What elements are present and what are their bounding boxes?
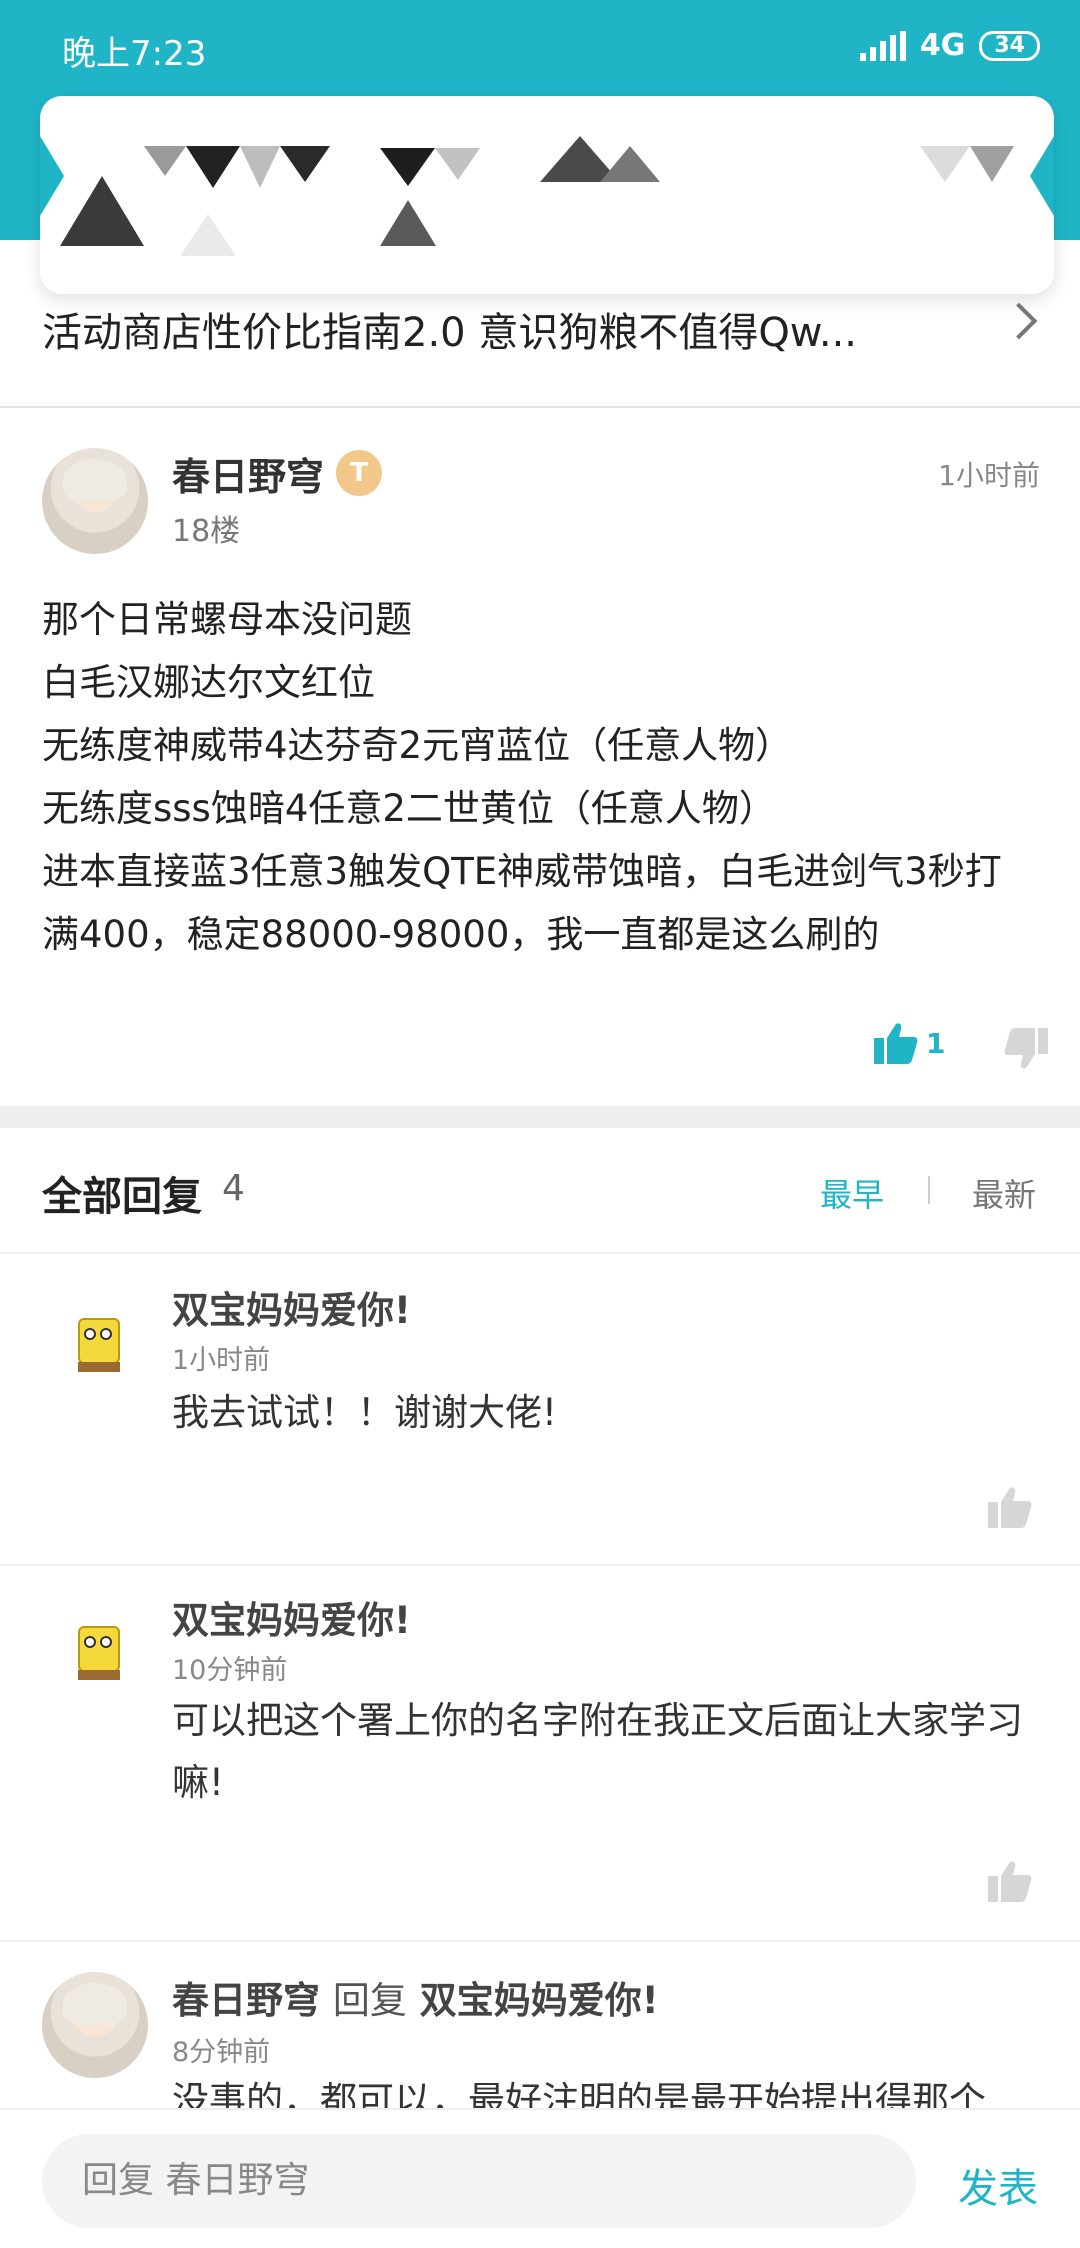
- post-floor: 18楼: [172, 514, 241, 549]
- redacted-pattern: [40, 136, 1054, 256]
- reply-text: 可以把这个署上你的名字附在我正文后面让大家学习嘛!: [172, 1699, 1023, 1804]
- spongebob-avatar-icon: [62, 1616, 134, 1688]
- post-line: 满400，稳定88000-98000，我一直都是这么刷的: [42, 913, 880, 956]
- thumbs-down-icon: [1004, 1028, 1048, 1069]
- reply-item: 春日野穹 回复 双宝妈妈爱你! 8分钟前 没事的，都可以，最好注明的是最开始提出…: [0, 1942, 1080, 2108]
- reply-input[interactable]: 回复 春日野穹: [42, 2134, 916, 2228]
- post-line: 进本直接蓝3任意3触发QTE神威带蚀暗，白毛进剑气3秒打: [42, 850, 1002, 893]
- chevron-right-icon: [1000, 302, 1038, 340]
- reply-author-name[interactable]: 春日野穹: [172, 1979, 320, 2022]
- send-button[interactable]: 发表: [958, 2156, 1038, 2214]
- post-line: 无练度神威带4达芬奇2元宵蓝位（任意人物）: [42, 724, 793, 767]
- post-time: 1小时前: [938, 459, 1040, 492]
- replies-count: 4: [222, 1168, 245, 1209]
- post-line: 那个日常螺母本没问题: [42, 598, 412, 641]
- network-type: 4G: [919, 28, 966, 63]
- replies-title: 全部回复: [42, 1174, 202, 1220]
- post-author-name[interactable]: 春日野穹: [172, 446, 324, 501]
- like-button[interactable]: [988, 1860, 1032, 1906]
- reply-to-name[interactable]: 双宝妈妈爱你!: [420, 1979, 659, 2022]
- reply-text: 没事的，都可以，最好注明的是最开始提出得那个: [172, 2079, 986, 2108]
- post-line: 白毛汉娜达尔文红位: [42, 661, 375, 704]
- post-title: 活动商店性价比指南2.0 意识狗粮不值得Qw...: [42, 310, 857, 356]
- battery-icon: 34: [979, 30, 1040, 61]
- thumbs-up-icon: [874, 1023, 918, 1064]
- reply-time: 1小时前: [172, 1345, 271, 1376]
- avatar[interactable]: [42, 1972, 148, 2078]
- section-divider: [0, 1106, 1080, 1128]
- avatar[interactable]: [42, 448, 148, 554]
- sort-earliest-button[interactable]: 最早: [820, 1170, 884, 1216]
- spongebob-avatar-icon: [62, 1308, 134, 1380]
- post-line: 无练度sss蚀暗4任意2二世黄位（任意人物）: [42, 787, 776, 830]
- status-time: 晚上7:23: [62, 34, 207, 74]
- reply-time: 10分钟前: [172, 1655, 288, 1686]
- reply-item: 双宝妈妈爱你! 1小时前 我去试试！！谢谢大佬!: [0, 1254, 1080, 1566]
- avatar[interactable]: [62, 1308, 134, 1380]
- signal-icon: [859, 30, 906, 61]
- level-badge-icon: T: [336, 450, 382, 496]
- status-indicators: 4G 34: [859, 28, 1040, 63]
- reply-time: 8分钟前: [172, 2037, 271, 2068]
- reply-text: 我去试试！！谢谢大佬!: [172, 1391, 557, 1434]
- redacted-banner: [40, 96, 1054, 294]
- sort-divider: [928, 1176, 930, 1204]
- reply-author-name[interactable]: 双宝妈妈爱你!: [172, 1280, 411, 1334]
- post-title-link[interactable]: 活动商店性价比指南2.0 意识狗粮不值得Qw...: [0, 290, 1080, 408]
- avatar[interactable]: [62, 1616, 134, 1688]
- replies-header: 全部回复 4 最早 最新: [0, 1128, 1080, 1254]
- like-count: 1: [926, 1026, 946, 1060]
- reply-item: 双宝妈妈爱你! 10分钟前 可以把这个署上你的名字附在我正文后面让大家学习嘛!: [0, 1566, 1080, 1942]
- reply-author-line: 春日野穹 回复 双宝妈妈爱你!: [172, 1970, 659, 2024]
- sort-latest-button[interactable]: 最新: [972, 1170, 1036, 1216]
- post-body: 那个日常螺母本没问题 白毛汉娜达尔文红位 无练度神威带4达芬奇2元宵蓝位（任意人…: [42, 588, 1052, 966]
- reply-composer: 回复 春日野穹 发表: [0, 2108, 1080, 2248]
- dislike-button[interactable]: [1004, 1028, 1048, 1074]
- reply-author-name[interactable]: 双宝妈妈爱你!: [172, 1590, 411, 1644]
- like-button[interactable]: 1: [874, 1022, 945, 1064]
- like-button[interactable]: [988, 1486, 1032, 1532]
- reply-word: 回复: [332, 1979, 407, 2022]
- thumbs-up-icon: [988, 1487, 1032, 1528]
- thumbs-up-icon: [988, 1861, 1032, 1902]
